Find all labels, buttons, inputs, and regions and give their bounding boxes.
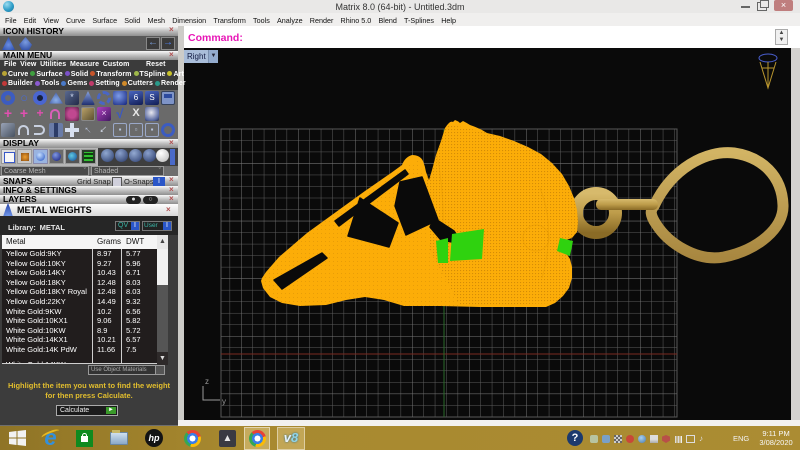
svg-text:z: z (205, 377, 209, 386)
svg-text:y: y (222, 397, 226, 406)
